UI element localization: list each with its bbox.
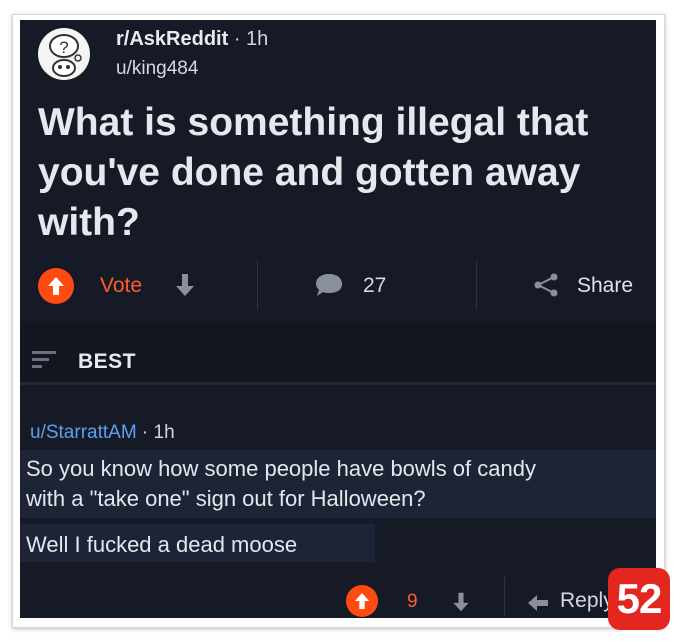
comment-bubble-icon[interactable] — [314, 272, 344, 298]
subreddit-name[interactable]: r/AskReddit — [116, 28, 228, 50]
reddit-post-screen: ? r/AskReddit · 1h u/king484 What is som… — [20, 20, 656, 618]
post-author[interactable]: u/king484 — [116, 58, 198, 80]
post-title: What is something illegal that you've do… — [38, 101, 589, 244]
comment-text-line: with a "take one" sign out for Halloween… — [26, 486, 426, 511]
share-button[interactable]: Share — [577, 274, 633, 298]
comment-upvote-button[interactable] — [346, 585, 378, 617]
comment-author[interactable]: u/StarrattAM — [30, 422, 137, 443]
comment-count[interactable]: 27 — [363, 274, 386, 298]
reply-button[interactable]: Reply — [560, 589, 614, 613]
comment-author-line: u/StarrattAM · 1h — [30, 422, 175, 443]
divider — [257, 260, 258, 310]
post-action-bar: Vote 27 Share — [20, 258, 656, 316]
comment-score: 9 — [407, 591, 418, 612]
snoo-avatar-icon[interactable]: ? — [38, 28, 90, 80]
divider — [476, 260, 477, 310]
comment-action-bar: 9 Reply — [20, 575, 656, 618]
downvote-arrow-icon[interactable] — [175, 272, 195, 298]
upvote-arrow-icon — [354, 593, 370, 609]
svg-text:?: ? — [59, 38, 68, 57]
sort-bar[interactable]: BEST — [20, 322, 656, 382]
comment-text-line: Well I fucked a dead moose — [26, 532, 298, 557]
number-badge: 52 — [608, 568, 670, 630]
comment-text-line: So you know how some people have bowls o… — [26, 456, 536, 481]
subreddit-line[interactable]: r/AskReddit · 1h — [116, 28, 268, 51]
sort-icon — [32, 351, 56, 368]
upvote-button[interactable] — [38, 268, 74, 304]
upvote-arrow-icon — [48, 277, 64, 295]
reply-arrow-icon[interactable] — [526, 593, 550, 613]
share-icon[interactable] — [532, 272, 560, 298]
sort-label[interactable]: BEST — [78, 350, 136, 374]
comment-time: 1h — [153, 422, 175, 443]
post-time: 1h — [246, 28, 269, 50]
vote-label: Vote — [100, 274, 143, 297]
divider — [504, 577, 505, 617]
divider — [20, 382, 656, 385]
downvote-arrow-icon[interactable] — [452, 591, 470, 613]
